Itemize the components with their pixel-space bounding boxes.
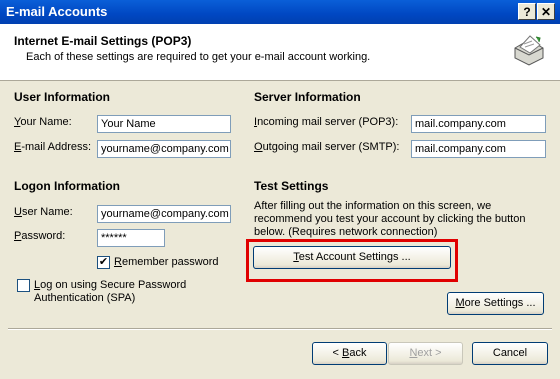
your-name-label: Your Name: (14, 116, 72, 128)
password-input[interactable]: ****** (97, 229, 165, 247)
cancel-button[interactable]: Cancel (472, 342, 548, 365)
test-account-settings-button[interactable]: Test Account Settings ... (253, 246, 451, 269)
incoming-server-label: Incoming mail server (POP3): (254, 116, 399, 128)
incoming-server-input[interactable]: mail.company.com (411, 115, 546, 133)
email-address-input[interactable]: yourname@company.com (97, 140, 231, 158)
help-button[interactable]: ? (518, 3, 536, 20)
password-label: Password: (14, 230, 66, 242)
spa-label: Log on using Secure Password Authenticati… (34, 279, 187, 304)
header-title: Internet E-mail Settings (POP3) (14, 34, 192, 48)
test-settings-description: After filling out the information on thi… (254, 200, 526, 238)
user-name-label: User Name: (14, 206, 73, 218)
more-settings-button[interactable]: More Settings ... (447, 292, 544, 315)
test-settings-heading: Test Settings (254, 179, 329, 193)
server-info-heading: Server Information (254, 90, 361, 104)
user-info-heading: User Information (14, 90, 111, 104)
close-button[interactable]: ✕ (537, 3, 555, 20)
user-name-input[interactable]: yourname@company.com (97, 205, 231, 223)
dialog-header: Internet E-mail Settings (POP3) Each of … (0, 24, 560, 81)
spa-checkbox[interactable] (17, 279, 30, 292)
separator (8, 328, 552, 330)
outgoing-server-input[interactable]: mail.company.com (411, 140, 546, 158)
remember-password-label: Remember password (114, 256, 219, 268)
your-name-input[interactable]: Your Name (97, 115, 231, 133)
header-subtitle: Each of these settings are required to g… (26, 51, 371, 63)
outgoing-server-label: Outgoing mail server (SMTP): (254, 141, 400, 153)
title-bar: E-mail Accounts ? ✕ (0, 0, 560, 24)
logon-info-heading: Logon Information (14, 179, 120, 193)
window-title: E-mail Accounts (6, 4, 108, 19)
back-button[interactable]: < Back (312, 342, 387, 365)
email-settings-icon (512, 32, 546, 69)
email-address-label: E-mail Address: (14, 141, 92, 153)
next-button[interactable]: Next > (388, 342, 463, 365)
remember-password-checkbox[interactable]: ✔ (97, 256, 110, 269)
